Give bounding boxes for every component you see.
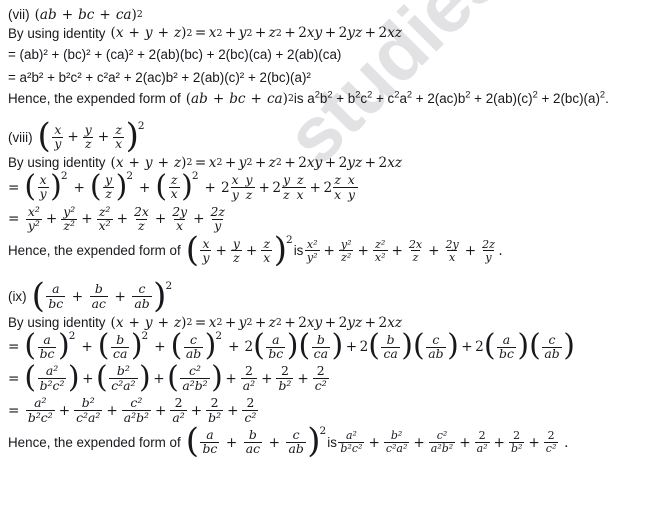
frac-c2-a2b2: c² a²b² [121, 395, 152, 425]
frac-c-ab: c ab [132, 281, 152, 311]
paren-exp-3: (c² a²b²) [167, 360, 223, 396]
section-ix: (ix) ( a bc + b ac + c ab ) 2 By using ident… [8, 275, 646, 462]
frac-2x-z: 2x z [133, 203, 149, 234]
is-label-vii: is [293, 90, 304, 106]
frac-a-bc: a bc [46, 281, 66, 311]
section-label-viii: (viii) [8, 129, 33, 145]
paren-sq-y-z: (y z) 2 [89, 168, 134, 204]
frac-xy-yz: x yy z [230, 172, 255, 202]
step-ix-3: = a² b²c² + b² c²a² + c² a²b² + 2 a² + 2 b² +… [8, 395, 259, 425]
paren-sq-z-x: (z x) 2 [155, 168, 199, 204]
worksheet-page: studiestoday.com (vii) (ab+bc+ca)2 By us… [0, 0, 652, 513]
step-ix-1: = (a bc) 2 + (b ca) 2 + (c ab) 2 + 2 (a bc)(b ca… [8, 328, 575, 364]
hence-label-vii: Hence, the expended form of [8, 90, 181, 106]
frac-z-x: zx [113, 121, 125, 152]
term-ab: ab [39, 7, 57, 23]
equals-sign: = [8, 179, 20, 196]
paren-cross-3b: (c ab) [529, 328, 575, 364]
identity-label: By using identity [8, 314, 106, 330]
paren-cross-1b: (b ca) [298, 328, 344, 364]
worksheet-content: (vii) (ab + bc + ca) 2 By using identity (x + y… [0, 0, 652, 462]
question-vii: (vii) (ab + bc + ca) 2 [8, 7, 143, 23]
frac-2z-y: 2z y [210, 203, 225, 234]
paren-cross-2b: (c ab) [413, 328, 459, 364]
paren-cross-2a: (b ca) [368, 328, 414, 364]
paren-cross-3a: (a bc) [483, 328, 530, 364]
conclusion-ix: Hence, the expended form of ( a bc + b ac … [8, 421, 569, 462]
step-vii-2: = a²b² + b²c² + c²a² + 2(ac)b² + 2(ab)(c… [8, 70, 311, 86]
section-spacer-1 [8, 110, 646, 124]
equals-sign: = [8, 402, 20, 419]
question-viii: (viii) ( xy + yz + zx ) 2 [8, 116, 646, 157]
is-label-viii: is [293, 243, 304, 259]
frac-a2-b2c2: a² b²c² [25, 395, 55, 425]
frac-b-ac: b ac [89, 281, 108, 311]
paren-cross-1a: (a bc) [253, 328, 299, 364]
paren-exp-1: (a² b²c²) [24, 360, 80, 396]
section-viii: (viii) ( xy + yz + zx ) 2 By using identi… [8, 116, 646, 270]
step-viii-2: = x² y² + y² z² + z² x² + 2x z + 2y x + 2z y [8, 203, 225, 234]
hence-label-ix: Hence, the expended form of [8, 434, 181, 450]
frac-2-a2: 2 a² [240, 363, 258, 393]
equals-sign: = [8, 211, 20, 228]
frac-2y-x: 2y x [172, 203, 188, 234]
hence-label-viii: Hence, the expended form of [8, 243, 181, 259]
frac-x-y: xy [52, 121, 64, 152]
term-ca: ca [115, 7, 132, 23]
frac-z2-x2: z² x² [96, 203, 113, 234]
paren-sq-a-bc: (a bc) 2 [24, 328, 76, 364]
paren-sq-c-ab: (c ab) 2 [170, 328, 223, 364]
section-spacer-2 [8, 270, 646, 284]
paren-group-viii-conclusion: ( xy + yz + zx ) 2 [185, 229, 293, 270]
equals-sign: = [8, 371, 20, 388]
frac-b2-c2a2: b² c²a² [74, 395, 103, 425]
paren-group-ix-question: ( a bc + b ac + c ab ) 2 [31, 275, 173, 316]
frac-zx-xy: z xx y [333, 172, 358, 202]
equals-sign: = [8, 339, 20, 356]
is-label-ix: is [327, 434, 337, 450]
frac-y2-z2: y² z² [61, 203, 77, 234]
step-vii-1: = (ab)² + (bc)² + (ca)² + 2(ab)(bc) + 2(… [8, 46, 342, 62]
frac-2-b2: 2 b² [276, 363, 294, 393]
section-label-vii: (vii) [8, 7, 30, 23]
section-vii: (vii) (ab + bc + ca) 2 By using identity (x + y… [8, 7, 646, 107]
identity-line-vii: By using identity (x + y + z) 2 = x 2 + y 2 + z 2 +2 x… [8, 25, 403, 42]
section-label-ix: (ix) [8, 289, 27, 305]
identity-label: By using identity [8, 25, 106, 41]
paren-exp-2: (b² c²a²) [96, 360, 151, 396]
conclusion-vii: Hence, the expended form of (ab + bc + ca) 2 i… [8, 89, 609, 107]
step-ix-2: = (a² b²c²) + (b² c²a²) + (c² a²b²) + 2 a² +… [8, 360, 329, 396]
paren-sq-b-ca: (b ca) 2 [97, 328, 149, 364]
paren-sq-x-y: (x y) 2 [24, 168, 68, 204]
paren-group-ix-conclusion: ( a bc + b ac + c ab ) 2 [185, 421, 327, 462]
frac-x2-y2: x² y² [25, 203, 42, 234]
frac-y-z: yz [82, 121, 94, 152]
question-ix: (ix) ( a bc + b ac + c ab ) 2 [8, 275, 646, 316]
conclusion-viii: Hence, the expended form of ( xy + yz + … [8, 229, 503, 270]
identity-line-viii: By using identity (x + y + z) 2 = x 2 + y 2 + z 2 +2 x… [8, 155, 403, 172]
frac-2-c2: 2 c² [312, 363, 329, 393]
step-viii-1: = (x y) 2 + (y z) 2 + (z x) 2 + 2x yy z + 2y z… [8, 168, 358, 204]
paren-group-viii-question: ( xy + yz + zx ) 2 [37, 116, 145, 157]
frac-yz-zx: y zz x [282, 172, 307, 202]
term-bc: bc [78, 7, 95, 23]
